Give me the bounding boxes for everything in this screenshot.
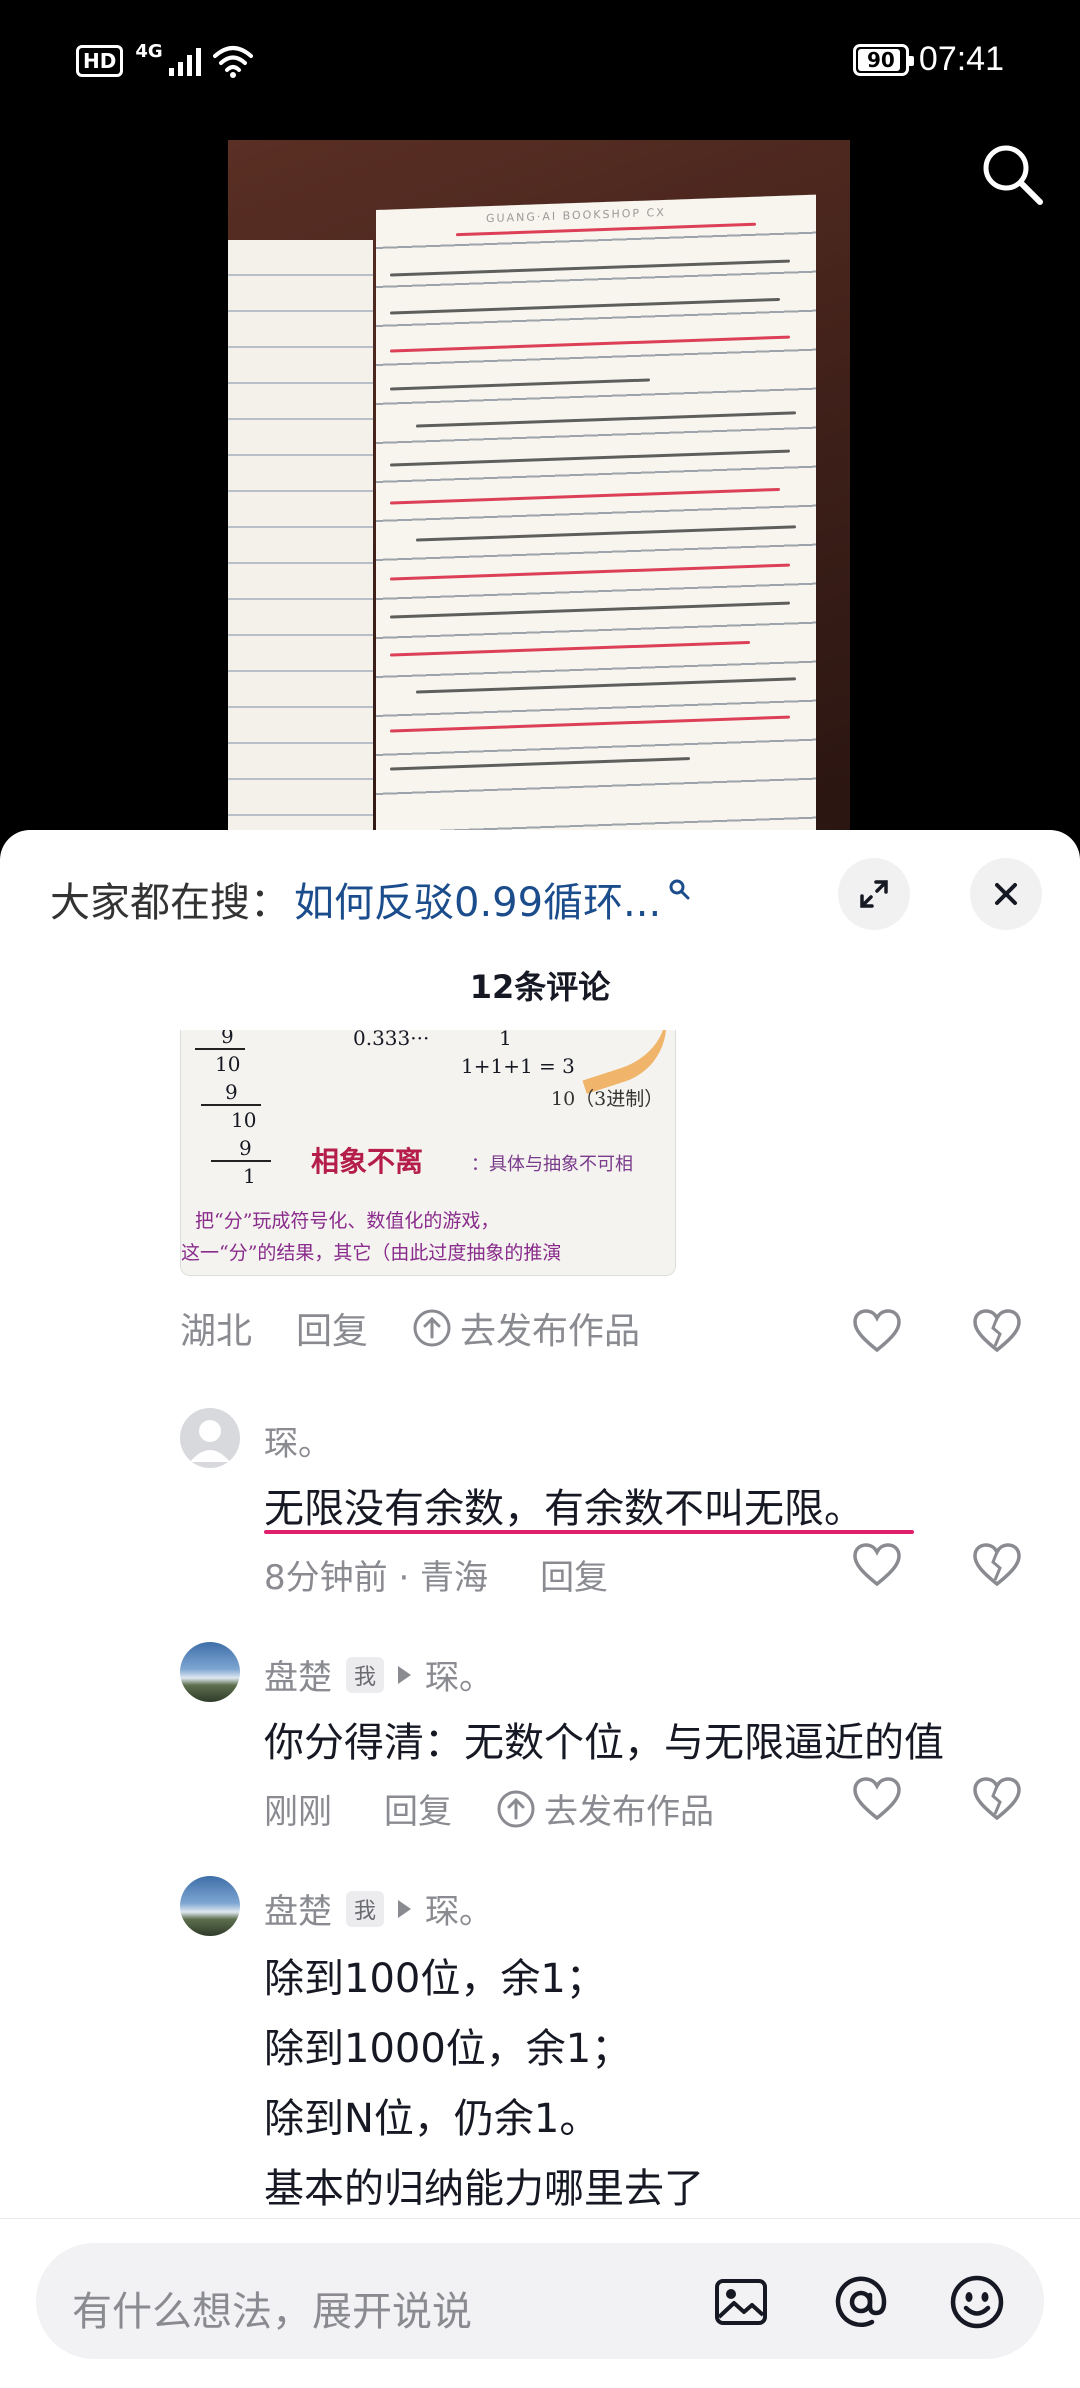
dislike-heart-icon[interactable] bbox=[972, 1308, 1022, 1354]
publish-button[interactable]: 去发布作品 bbox=[496, 1784, 714, 1833]
avatar[interactable] bbox=[180, 1876, 240, 1936]
comment-text-line: 除到1000位，余1； bbox=[264, 2026, 632, 2072]
hd-badge: HD bbox=[76, 45, 124, 77]
comment-image[interactable]: 9 10 9 10 9 1 0.333··· 1 1+1+1 = 3 10（3进… bbox=[180, 1030, 676, 1276]
dislike-heart-icon[interactable] bbox=[972, 1542, 1022, 1588]
network-type: 4G bbox=[135, 40, 163, 62]
reply-arrow-icon bbox=[398, 1899, 412, 1918]
text-highlight bbox=[264, 1530, 914, 1534]
upload-icon bbox=[413, 1309, 451, 1347]
image-icon[interactable] bbox=[712, 2273, 770, 2331]
avatar[interactable] bbox=[180, 1642, 240, 1702]
like-heart-icon[interactable] bbox=[852, 1542, 902, 1588]
comment-input[interactable]: 有什么想法，展开说说 bbox=[36, 2243, 1044, 2359]
reply-button[interactable]: 回复 bbox=[384, 1784, 452, 1833]
comment-input-bar: 有什么想法，展开说说 bbox=[0, 2218, 1080, 2388]
comment-count: 12条评论 bbox=[469, 968, 611, 1006]
notebook-right-page: GUANG·AI BOOKSHOP CX bbox=[376, 194, 816, 840]
reply-button[interactable]: 回复 bbox=[540, 1550, 608, 1599]
expand-button[interactable] bbox=[838, 858, 910, 930]
comment-meta: 刚刚 回复 去发布作品 bbox=[264, 1784, 714, 1833]
comment-location: 湖北 bbox=[180, 1311, 253, 1352]
publish-label: 去发布作品 bbox=[544, 1792, 714, 1832]
book-brand: GUANG·AI BOOKSHOP CX bbox=[486, 205, 666, 226]
avatar[interactable] bbox=[180, 1408, 240, 1468]
clock: 07:41 bbox=[918, 40, 1004, 78]
input-placeholder: 有什么想法，展开说说 bbox=[72, 2289, 472, 2335]
me-badge: 我 bbox=[346, 1656, 385, 1693]
comment-time: 刚刚 bbox=[264, 1792, 332, 1832]
author-name: 盘楚 bbox=[264, 1658, 332, 1698]
comment-text-line: 除到N位，仍余1。 bbox=[264, 2096, 600, 2142]
close-icon bbox=[995, 883, 1017, 905]
comments-header: 大家都在搜： 如何反驳0.99循环... 12条评论 bbox=[0, 830, 1080, 1030]
reply-to-name: 琛。 bbox=[425, 1892, 494, 1932]
comment-text: 你分得清：无数个位，与无限逼近的值 bbox=[264, 1720, 944, 1766]
me-badge: 我 bbox=[346, 1890, 385, 1927]
status-bar: HD 4G 90 07:41 bbox=[0, 0, 1080, 130]
comment-time: 8分钟前 · 青海 bbox=[264, 1558, 489, 1598]
like-heart-icon[interactable] bbox=[852, 1776, 902, 1822]
reply-to-name: 琛。 bbox=[425, 1658, 494, 1698]
comments-sheet: 大家都在搜： 如何反驳0.99循环... 12条评论 9 10 9 10 9 1… bbox=[0, 830, 1080, 2388]
hot-search[interactable]: 大家都在搜： 如何反驳0.99循环... bbox=[50, 870, 691, 928]
like-heart-icon[interactable] bbox=[852, 1308, 902, 1354]
search-icon[interactable] bbox=[976, 138, 1046, 208]
comment-author[interactable]: 盘楚 我 琛。 bbox=[264, 1884, 493, 1933]
notebook-left-page bbox=[228, 240, 373, 840]
comment-text-line: 基本的归纳能力哪里去了 bbox=[264, 2166, 704, 2212]
reply-button[interactable]: 回复 bbox=[296, 1302, 368, 1354]
battery-icon: 90 bbox=[852, 43, 914, 76]
publish-label: 去发布作品 bbox=[460, 1311, 641, 1352]
comment-meta: 8分钟前 · 青海 回复 bbox=[264, 1550, 608, 1599]
battery-level: 90 bbox=[866, 47, 895, 72]
comment-author[interactable]: 琛。 bbox=[264, 1416, 332, 1465]
hot-search-label: 大家都在搜： bbox=[50, 880, 290, 926]
at-mention-icon[interactable] bbox=[832, 2273, 890, 2331]
hot-search-query[interactable]: 如何反驳0.99循环... bbox=[294, 870, 661, 928]
video-frame[interactable]: GUANG·AI BOOKSHOP CX bbox=[228, 140, 850, 840]
comment-list[interactable]: 9 10 9 10 9 1 0.333··· 1 1+1+1 = 3 10（3进… bbox=[0, 1030, 1080, 2218]
search-icon bbox=[669, 879, 690, 900]
comment-author[interactable]: 盘楚 我 琛。 bbox=[264, 1650, 493, 1699]
signal-icon bbox=[168, 46, 201, 76]
comment-text-line: 除到100位，余1； bbox=[264, 1956, 606, 2002]
comment-actions: 湖北 回复 去发布作品 bbox=[180, 1302, 640, 1354]
upload-icon bbox=[497, 1790, 535, 1827]
author-name: 盘楚 bbox=[264, 1892, 332, 1932]
expand-icon bbox=[860, 880, 888, 908]
reply-arrow-icon bbox=[398, 1665, 412, 1684]
publish-button[interactable]: 去发布作品 bbox=[412, 1302, 640, 1354]
dislike-heart-icon[interactable] bbox=[972, 1776, 1022, 1822]
comment-text: 无限没有余数，有余数不叫无限。 bbox=[264, 1486, 864, 1532]
emoji-icon[interactable] bbox=[948, 2273, 1006, 2331]
wifi-icon bbox=[212, 46, 253, 78]
close-button[interactable] bbox=[970, 858, 1042, 930]
